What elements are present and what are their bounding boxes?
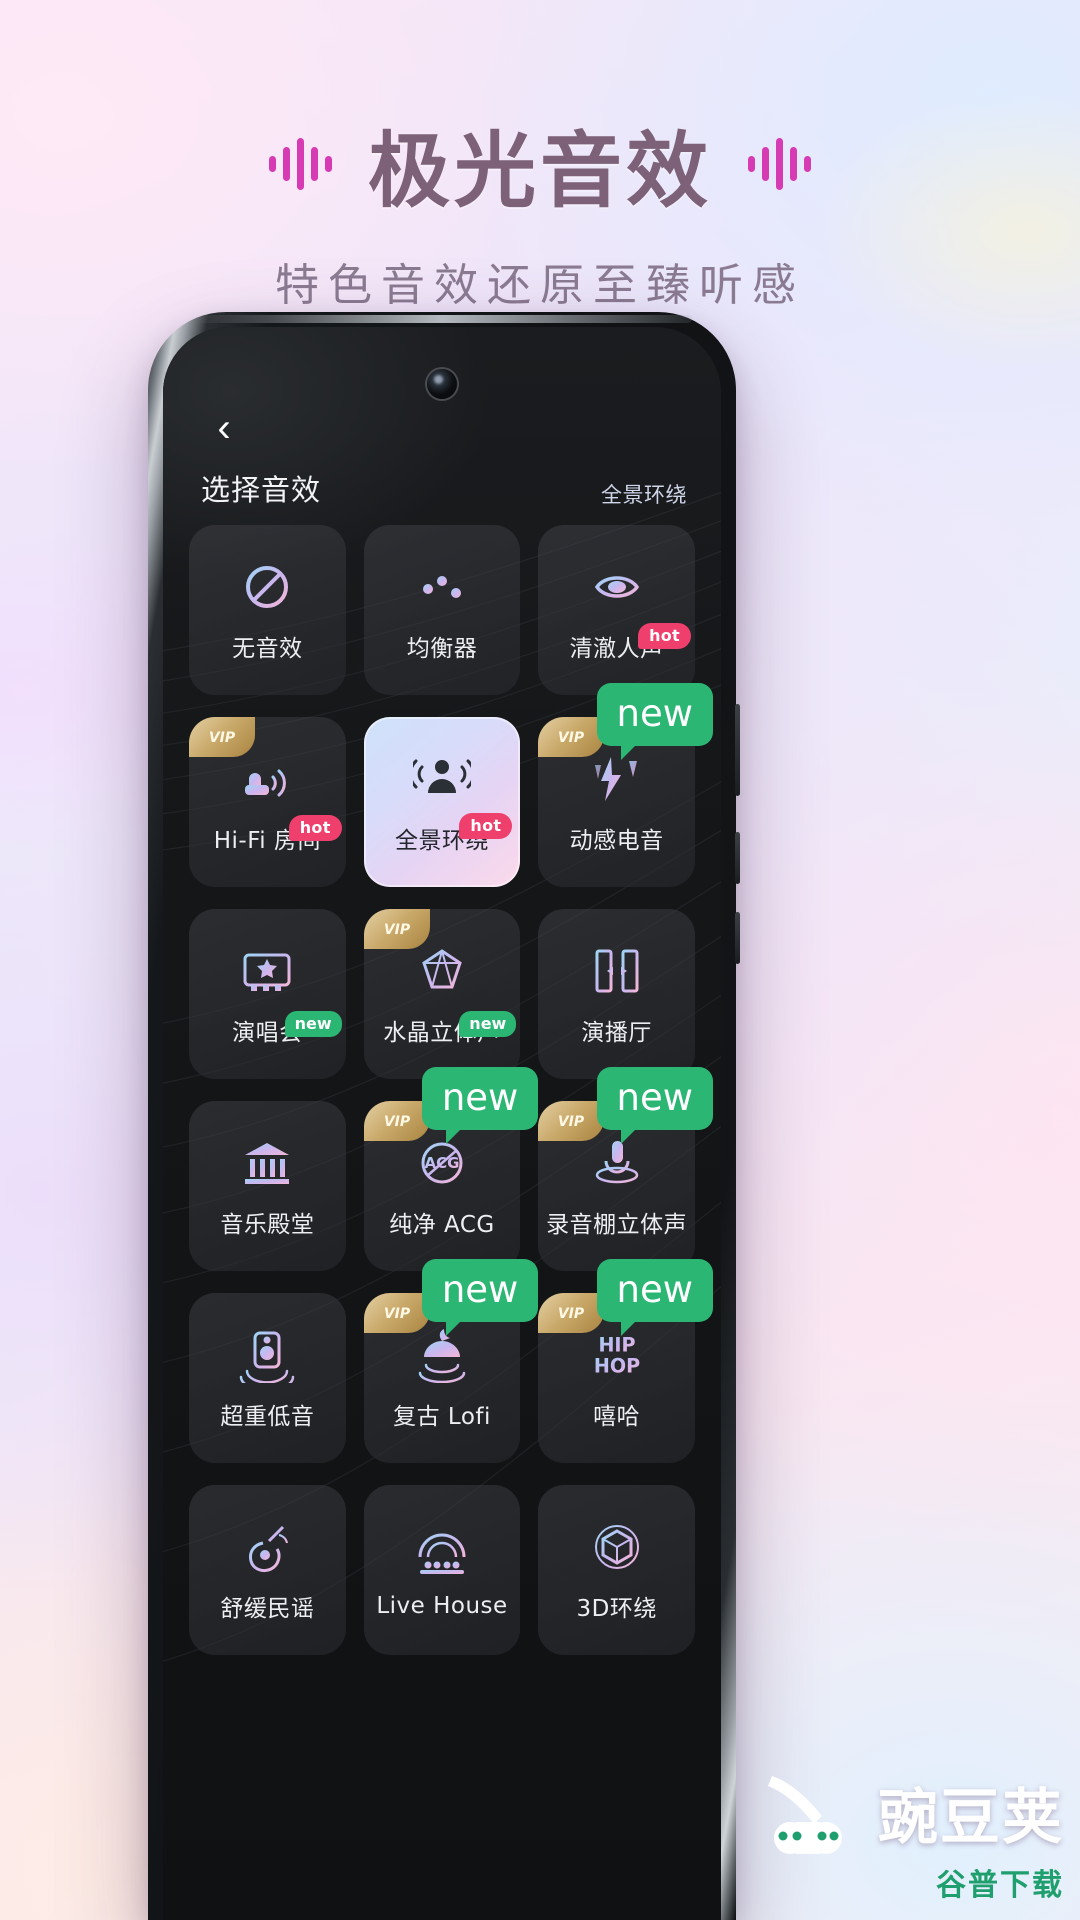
sound-effect-tile[interactable]: 全景环绕 hot	[363, 717, 521, 887]
page-title: 极光音效	[367, 124, 712, 219]
phone-glass: ‹ 选择音效 全景环绕 无音效 均衡器 清澈人声 hot VIP Hi-Fi 房间 h…	[163, 327, 721, 1920]
new-badge-large: new	[596, 1259, 713, 1336]
sound-effect-label: 录音棚立体声	[546, 1212, 688, 1238]
vip-badge: VIP	[538, 717, 605, 757]
sound-effect-tile[interactable]: VIP 水晶立体声 new	[363, 909, 521, 1079]
waveform-left-icon	[268, 137, 332, 191]
sound-effect-tile[interactable]: 演播厅	[538, 909, 695, 1079]
svg-text:VIP: VIP	[558, 1306, 585, 1322]
svg-text:VIP: VIP	[558, 1114, 585, 1130]
3d-surround-icon	[584, 1517, 650, 1577]
svg-text:VIP: VIP	[209, 730, 236, 746]
lofi-icon	[409, 1325, 475, 1385]
waveform-right-icon	[748, 137, 811, 191]
hifi-room-icon	[234, 749, 300, 809]
new-badge-small: new	[459, 1011, 517, 1037]
poster-headline: 极光音效 特色音效还原至臻听感	[0, 104, 1080, 313]
wandoujia-logo-icon	[768, 1776, 842, 1854]
sound-effect-tile[interactable]: 演唱会 new	[189, 909, 346, 1079]
hot-badge: hot	[288, 815, 342, 841]
phone-volume-button	[735, 704, 740, 796]
svg-text:HOP: HOP	[594, 1354, 640, 1377]
svg-text:VIP: VIP	[558, 730, 585, 746]
new-badge-large: new	[596, 1067, 713, 1144]
studio-hall-icon	[584, 941, 650, 1001]
sound-effect-label: 纯净 ACG	[389, 1212, 495, 1238]
svg-text:HIP: HIP	[598, 1334, 635, 1357]
hot-badge: hot	[459, 813, 513, 839]
hiphop-icon: HIP HOP	[584, 1325, 650, 1385]
equalizer-icon	[409, 557, 475, 617]
no-sound-icon	[234, 557, 300, 617]
watermark-tagline: 谷普下载	[936, 1868, 1064, 1903]
vip-badge: VIP	[189, 717, 255, 757]
acg-icon: ACG	[409, 1133, 475, 1193]
vip-badge: VIP	[538, 1101, 605, 1141]
page-subtitle: 特色音效还原至臻听感	[275, 260, 805, 311]
svg-text:VIP: VIP	[384, 1306, 411, 1322]
subwoofer-icon	[234, 1325, 300, 1385]
phone-side-button-3	[735, 912, 740, 964]
sound-effect-grid: 无音效 均衡器 清澈人声 hot VIP Hi-Fi 房间 hot 全景环绕 hot VI…	[189, 525, 713, 1655]
svg-text:VIP: VIP	[384, 1114, 411, 1130]
sound-effect-tile[interactable]: 舒缓民谣	[189, 1485, 346, 1655]
vip-badge: VIP	[363, 1101, 430, 1141]
app-topbar: 选择音效 全景环绕	[163, 467, 721, 509]
sound-effect-tile[interactable]: 均衡器	[363, 525, 521, 695]
recording-studio-icon	[584, 1133, 650, 1193]
sound-effect-tile[interactable]: VIP 录音棚立体声 new	[538, 1067, 713, 1271]
sound-effect-tile[interactable]: VIP 复古 Lofi new	[363, 1259, 539, 1463]
app-screen: ‹ 选择音效 全景环绕 无音效 均衡器 清澈人声 hot VIP Hi-Fi 房间 h…	[163, 327, 721, 1920]
sound-effect-tile[interactable]: 3D环绕	[538, 1485, 695, 1655]
music-hall-icon	[234, 1133, 300, 1193]
sound-effect-label: 3D环绕	[576, 1596, 657, 1622]
sound-effect-label: Live House	[376, 1593, 508, 1619]
sound-effect-tile[interactable]: VIP Hi-Fi 房间 hot	[189, 717, 346, 887]
sound-effect-tile[interactable]: Live House	[363, 1485, 521, 1655]
screen-title: 选择音效	[201, 475, 322, 507]
phone-top-strip	[192, 315, 692, 323]
crystal-stereo-icon	[409, 941, 475, 1001]
vip-badge: VIP	[363, 909, 430, 949]
live-house-icon	[409, 1521, 475, 1581]
clear-vocal-icon	[584, 557, 650, 617]
sound-effect-tile[interactable]: 清澈人声 hot	[538, 525, 695, 695]
title-row: 极光音效	[268, 104, 811, 223]
sound-effect-label: 均衡器	[406, 636, 478, 662]
new-badge-small: new	[284, 1011, 342, 1037]
front-camera	[427, 369, 457, 399]
concert-icon	[234, 941, 300, 1001]
new-badge-large: new	[596, 683, 713, 760]
current-effect-label: 全景环绕	[601, 484, 687, 507]
sound-effect-label: 嘻哈	[593, 1404, 641, 1430]
folk-guitar-icon	[234, 1517, 300, 1577]
sound-effect-label: 舒缓民谣	[220, 1596, 315, 1622]
back-button[interactable]: ‹	[201, 405, 247, 451]
watermark: 豌豆荚 谷普下载	[756, 1769, 1064, 1904]
vip-badge: VIP	[363, 1293, 430, 1333]
new-badge-large: new	[421, 1259, 539, 1336]
watermark-row: 豌豆荚	[756, 1769, 1064, 1856]
new-badge-large: new	[421, 1067, 539, 1144]
hot-badge: hot	[638, 623, 691, 649]
sound-effect-tile[interactable]: 音乐殿堂	[189, 1101, 346, 1271]
sound-effect-label: 动感电音	[569, 828, 664, 854]
vip-badge: VIP	[538, 1293, 605, 1333]
sound-effect-label: 音乐殿堂	[220, 1212, 315, 1238]
sound-effect-label: 演播厅	[581, 1020, 652, 1046]
svg-text:VIP: VIP	[384, 922, 411, 938]
sound-effect-tile[interactable]: VIP 动感电音 new	[538, 683, 713, 887]
sound-effect-tile[interactable]: 无音效	[189, 525, 346, 695]
surround-icon	[409, 749, 475, 809]
electronic-icon	[584, 749, 650, 809]
sound-effect-label: 复古 Lofi	[393, 1404, 491, 1430]
watermark-brand: 豌豆荚	[878, 1783, 1064, 1853]
phone-mockup: ‹ 选择音效 全景环绕 无音效 均衡器 清澈人声 hot VIP Hi-Fi 房间 h…	[148, 312, 740, 1920]
sound-effect-tile[interactable]: VIP HIP HOP 嘻哈 new	[538, 1259, 713, 1463]
sound-effect-tile[interactable]: VIP ACG 纯净 ACG new	[363, 1067, 539, 1271]
phone-side-button-2	[735, 832, 740, 884]
sound-effect-tile[interactable]: 超重低音	[189, 1293, 346, 1463]
sound-effect-label: 无音效	[232, 636, 303, 662]
sound-effect-label: 超重低音	[220, 1404, 315, 1430]
